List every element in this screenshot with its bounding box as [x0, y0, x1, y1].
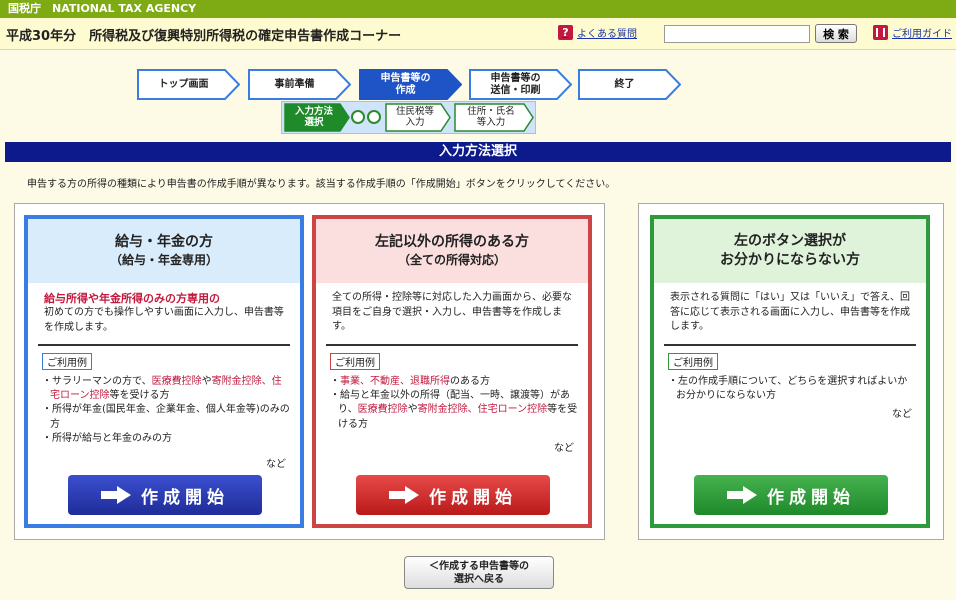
card-salary-pension: 給与・年金の方 （給与・年金専用） 給与所得や年金所得のみの方専用の 初めての方… — [24, 215, 304, 528]
substep-resident-tax: 住民税等 入力 — [385, 103, 451, 132]
guide-link[interactable]: ご利用ガイド — [873, 25, 952, 40]
start-button-salary[interactable]: 作成開始 — [68, 475, 262, 515]
example-item: 所得が年金(国民年金、企業年金、個人年金等)のみの方 — [42, 403, 290, 431]
start-button-help[interactable]: 作成開始 — [694, 475, 888, 515]
dot-icon — [367, 110, 381, 124]
substep-address-name-label: 住所・氏名 等入力 — [467, 105, 515, 128]
start-button-label: 作成開始 — [767, 487, 855, 508]
card-body: 給与所得や年金所得のみの方専用の 初めての方でも操作しやすい画面に入力し、申告書… — [28, 283, 300, 335]
example-label: ご利用例 — [668, 353, 718, 370]
section-title: 入力方法選択 — [5, 142, 951, 162]
step-top-label: トップ画面 — [158, 78, 209, 90]
start-button-label: 作成開始 — [141, 487, 229, 508]
example-item: 左の作成手順について、どちらを選択すればよいかお分かりにならない方 — [668, 375, 916, 403]
card-lead: 給与所得や年金所得のみの方専用の — [44, 292, 220, 305]
card-header: 給与・年金の方 （給与・年金専用） — [28, 219, 300, 283]
faq-link[interactable]: ? よくある質問 — [558, 25, 637, 40]
back-button[interactable]: ＜作成する申告書等の 選択へ戻る — [404, 556, 554, 589]
card-title: 給与・年金の方 — [115, 234, 213, 251]
etc-label: など — [266, 459, 286, 470]
substep-resident-tax-label: 住民税等 入力 — [395, 105, 434, 128]
step-finish: 終了 — [578, 69, 681, 100]
start-button-label: 作成開始 — [429, 487, 517, 508]
step-preparation: 事前準備 — [248, 69, 351, 100]
card-description: 表示される質問に「はい」又は「いいえ」で答え、回答に応じて表示される画面に入力し… — [670, 292, 910, 332]
example-list: 左の作成手順について、どちらを選択すればよいかお分かりにならない方 — [668, 375, 916, 403]
step-create-label: 申告書等の 作成 — [380, 73, 431, 96]
example-label: ご利用例 — [42, 353, 92, 370]
book-icon — [873, 25, 888, 40]
step-finish-label: 終了 — [614, 78, 635, 90]
example-label: ご利用例 — [330, 353, 380, 370]
agency-banner: 国税庁 NATIONAL TAX AGENCY — [0, 0, 956, 18]
example-item: 所得が給与と年金のみの方 — [42, 432, 290, 446]
step-create: 申告書等の 作成 — [359, 69, 462, 100]
card-title: 左のボタン選択が — [734, 233, 846, 250]
card-description: 全ての所得・控除等に対応した入力画面から、必要な項目をご自身で選択・入力し、申告… — [332, 292, 572, 332]
example-item: 事業、不動産、退職所得のある方 — [330, 375, 578, 389]
step-preparation-label: 事前準備 — [274, 78, 315, 90]
card-header: 左記以外の所得のある方 （全ての所得対応） — [316, 219, 588, 283]
search-button[interactable]: 検 索 — [815, 24, 857, 43]
example-item: 給与と年金以外の所得（配当、一時、譲渡等）があり、医療費控除や寄附金控除、住宅ロ… — [330, 389, 578, 432]
card-unsure: 左のボタン選択が お分かりにならない方 表示される質問に「はい」又は「いいえ」で… — [650, 215, 930, 528]
card-body: 全ての所得・控除等に対応した入力画面から、必要な項目をご自身で選択・入力し、申告… — [316, 283, 588, 335]
example-list: 事業、不動産、退職所得のある方 給与と年金以外の所得（配当、一時、譲渡等）があり… — [330, 375, 578, 432]
card-subtitle: （給与・年金専用） — [109, 253, 218, 268]
card-header: 左のボタン選択が お分かりにならない方 — [654, 219, 926, 283]
substep-input-method: 入力方法 選択 — [284, 103, 350, 132]
question-icon: ? — [558, 25, 573, 40]
example-item: サラリーマンの方で、医療費控除や寄附金控除、住宅ローン控除等を受ける方 — [42, 375, 290, 403]
example-list: サラリーマンの方で、医療費控除や寄附金控除、住宅ローン控除等を受ける方 所得が年… — [42, 375, 290, 446]
divider — [38, 344, 290, 346]
card-subtitle: お分かりにならない方 — [720, 252, 860, 268]
divider — [326, 344, 578, 346]
divider — [664, 344, 916, 346]
page-header: 平成30年分 所得税及び復興特別所得税の確定申告書作成コーナー ? よくある質問… — [0, 18, 956, 50]
card-other-income: 左記以外の所得のある方 （全ての所得対応） 全ての所得・控除等に対応した入力画面… — [312, 215, 592, 528]
intro-text: 申告する方の所得の種類により申告書の作成手順が異なります。該当する作成手順の「作… — [27, 179, 616, 190]
faq-link-label: よくある質問 — [577, 29, 637, 40]
substep-dots — [351, 110, 381, 124]
arrow-right-icon — [389, 486, 419, 504]
card-title: 左記以外の所得のある方 — [375, 234, 529, 251]
search-input[interactable] — [664, 25, 810, 43]
substep-address-name: 住所・氏名 等入力 — [454, 103, 534, 132]
arrow-right-icon — [727, 486, 757, 504]
card-subtitle: （全ての所得対応） — [397, 253, 506, 268]
guide-link-label: ご利用ガイド — [892, 29, 952, 40]
step-send-print: 申告書等の 送信・印刷 — [469, 69, 572, 100]
step-top: トップ画面 — [137, 69, 240, 100]
etc-label: など — [554, 443, 574, 454]
arrow-right-icon — [101, 486, 131, 504]
etc-label: など — [892, 409, 912, 420]
page-title: 平成30年分 所得税及び復興特別所得税の確定申告書作成コーナー — [6, 29, 402, 44]
substep-input-method-label: 入力方法 選択 — [294, 105, 333, 128]
step-send-print-label: 申告書等の 送信・印刷 — [490, 73, 541, 96]
dot-icon — [351, 110, 365, 124]
start-button-other[interactable]: 作成開始 — [356, 475, 550, 515]
card-body: 表示される質問に「はい」又は「いいえ」で答え、回答に応じて表示される画面に入力し… — [654, 283, 926, 335]
card-description: 初めての方でも操作しやすい画面に入力し、申告書等を作成します。 — [44, 307, 284, 333]
